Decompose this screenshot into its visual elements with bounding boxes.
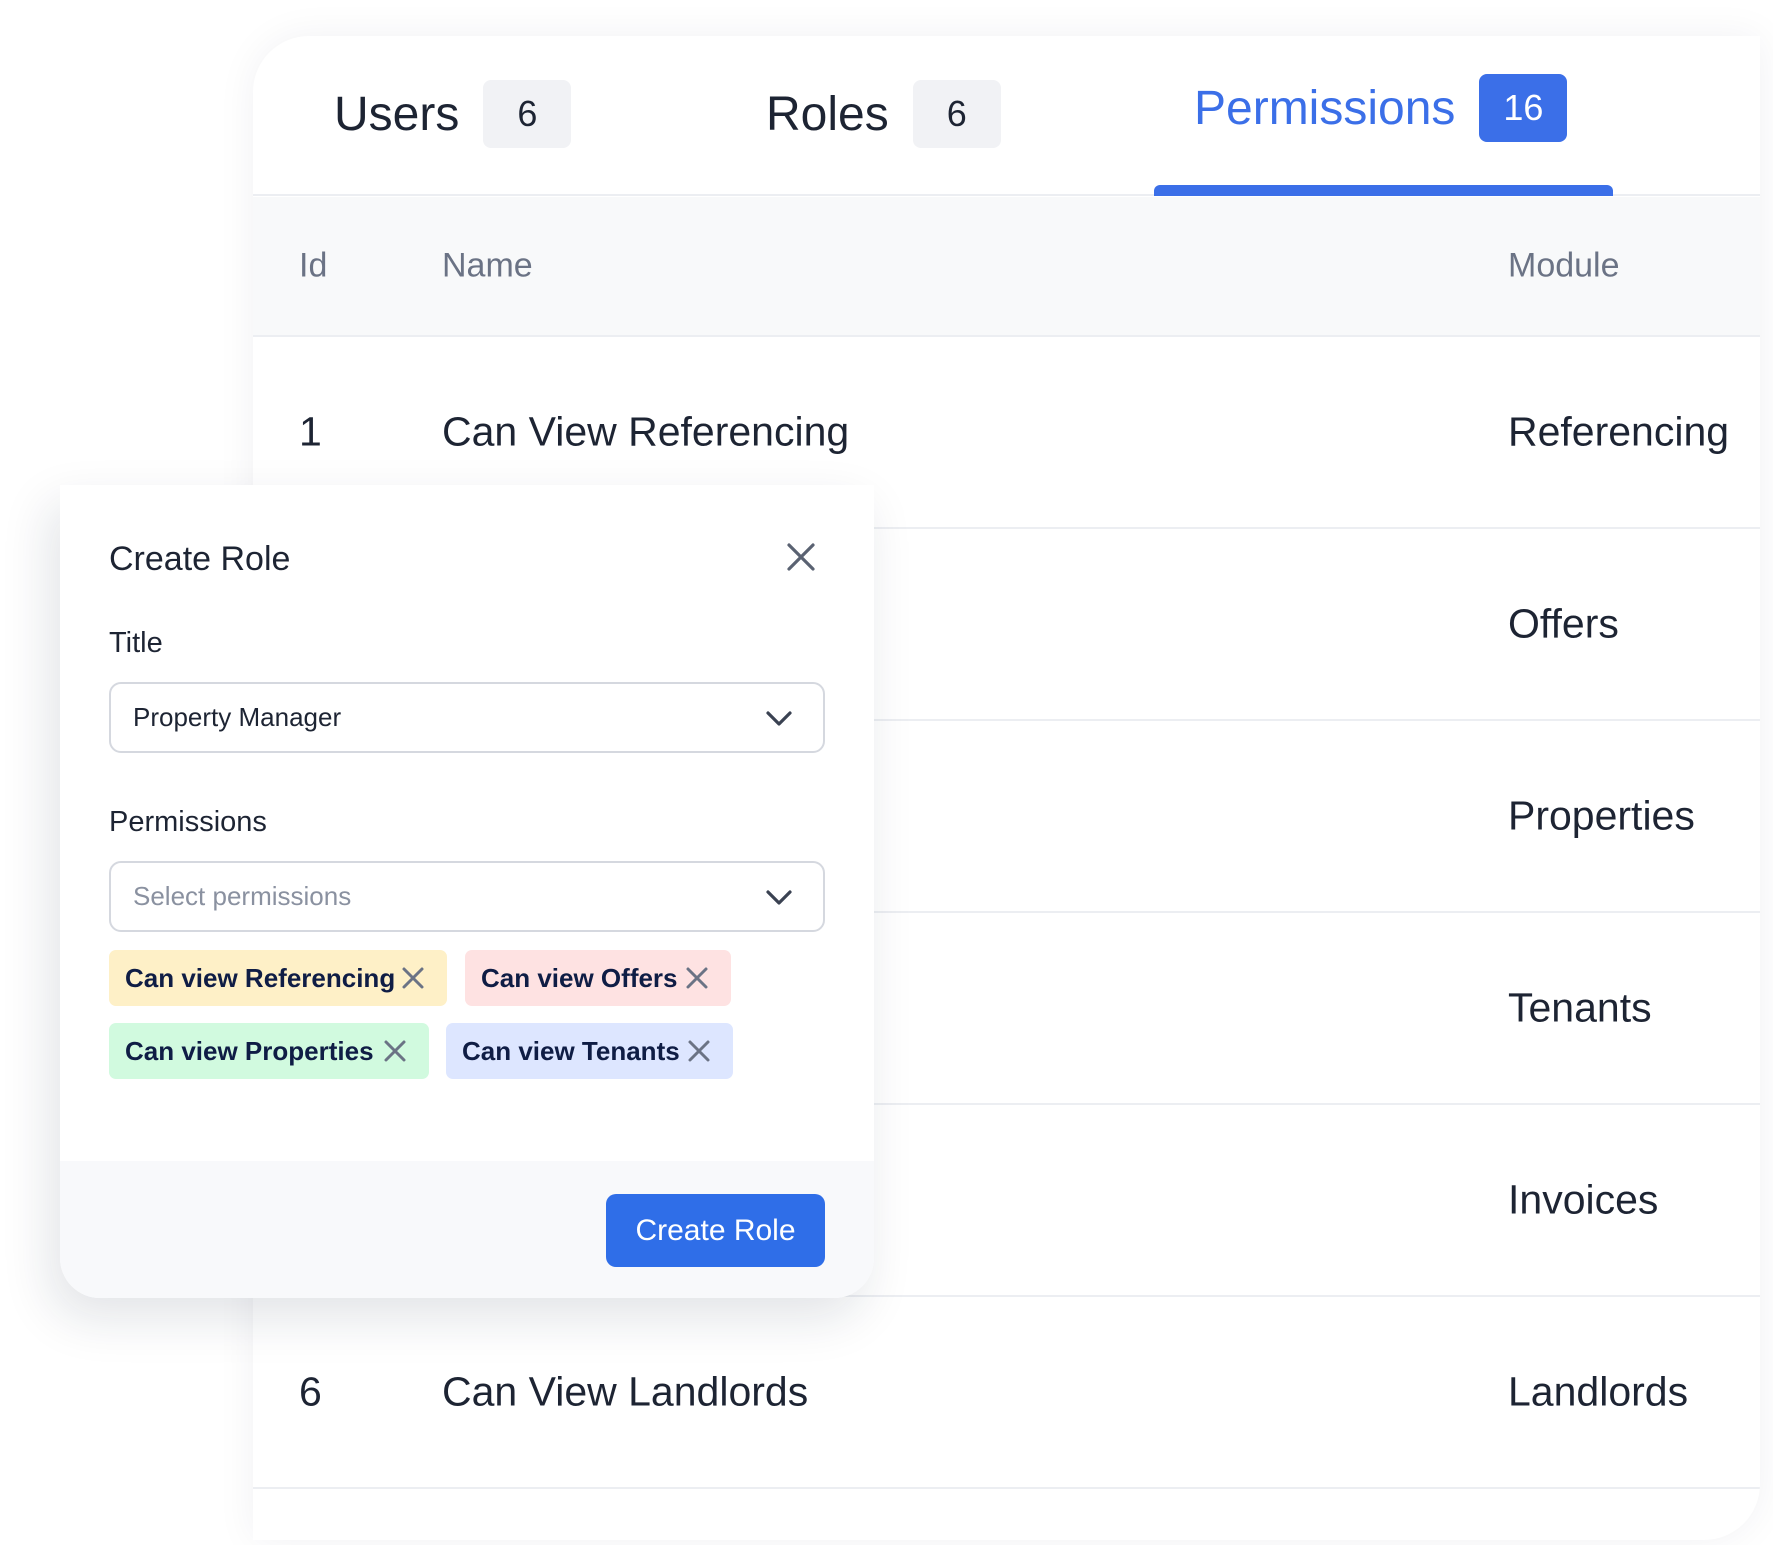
count-badge: 6 [483,80,572,148]
tab-roles[interactable]: Roles 6 [766,80,1001,148]
cell-id: 6 [299,1368,322,1415]
permission-chip: Can view Referencing [109,950,447,1006]
chip-label: Can view Tenants [462,1035,680,1066]
permission-chip: Can view Tenants [446,1023,733,1079]
tab-permissions[interactable]: Permissions 16 [1194,74,1568,142]
permissions-label: Permissions [109,806,267,838]
permissions-select[interactable]: Select permissions [109,861,825,932]
permissions-placeholder: Select permissions [133,881,352,911]
tab-bar: Users 6 Roles 6 Permissions 16 [253,36,1760,196]
chip-label: Can view Referencing [125,962,396,993]
tab-label: Users [334,87,460,141]
cell-module: Landlords [1508,1368,1689,1415]
cell-module: Properties [1508,792,1695,839]
column-header-module: Module [1508,246,1620,285]
count-badge: 16 [1479,74,1568,142]
remove-chip-icon[interactable] [687,1039,711,1063]
chevron-down-icon [766,711,792,726]
active-tab-indicator [1154,185,1613,196]
count-badge: 6 [912,80,1001,148]
title-select[interactable]: Property Manager [109,682,825,753]
permission-chip: Can view Offers [465,950,731,1006]
modal-footer: Create Role [60,1161,874,1298]
close-icon[interactable] [786,542,816,572]
remove-chip-icon[interactable] [383,1039,407,1063]
cell-name: Can View Referencing [442,408,850,455]
title-value: Property Manager [133,702,342,732]
create-role-button[interactable]: Create Role [606,1194,825,1267]
cell-module: Invoices [1508,1176,1659,1223]
table-row[interactable]: 6 Can View Landlords Landlords [253,1297,1760,1489]
column-header-name: Name [442,246,533,285]
remove-chip-icon[interactable] [401,966,425,990]
cell-name: Can View Landlords [442,1368,809,1415]
cell-id: 1 [299,408,322,455]
cell-module: Tenants [1508,984,1652,1031]
permission-chip: Can view Properties [109,1023,429,1079]
title-label: Title [109,627,163,659]
create-role-modal: Create Role Title Property Manager Permi… [60,485,874,1298]
tab-label: Roles [766,87,889,141]
chevron-down-icon [766,890,792,905]
chip-label: Can view Offers [481,962,678,993]
tab-users[interactable]: Users 6 [334,80,572,148]
tab-label: Permissions [1194,81,1456,135]
remove-chip-icon[interactable] [685,966,709,990]
cell-module: Offers [1508,600,1619,647]
cell-module: Referencing [1508,408,1730,455]
modal-title: Create Role [109,540,291,578]
chip-label: Can view Properties [125,1035,374,1066]
table-header: Id Name Module [253,197,1760,337]
column-header-id: Id [299,246,328,285]
